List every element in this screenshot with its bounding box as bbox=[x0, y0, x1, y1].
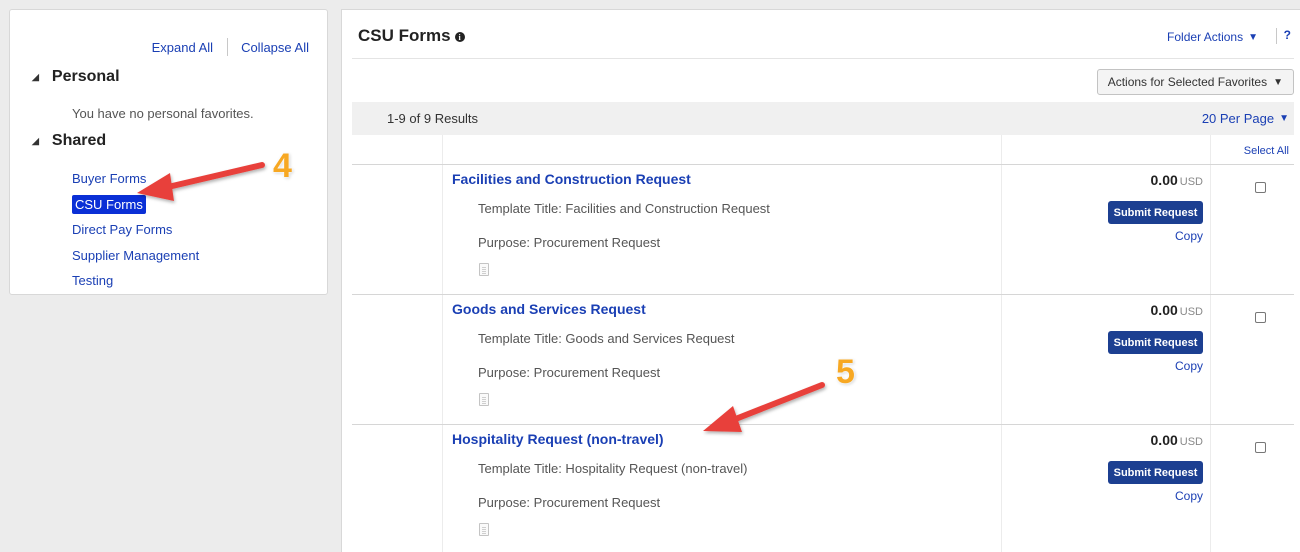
collapse-triangle-icon: ◢ bbox=[32, 135, 39, 146]
shared-item-label: Supplier Management bbox=[72, 247, 200, 263]
per-page-label: 20 Per Page bbox=[1201, 111, 1275, 126]
template-title-text: Template Title: Goods and Services Reque… bbox=[478, 331, 735, 346]
price-value: 0.00 bbox=[1150, 302, 1178, 318]
row-select-checkbox[interactable] bbox=[1255, 182, 1266, 193]
document-icon bbox=[479, 523, 489, 536]
no-personal-favorites-text: You have no personal favorites. bbox=[72, 106, 254, 121]
template-title-text: Template Title: Hospitality Request (non… bbox=[478, 461, 748, 476]
shared-item-testing[interactable]: Testing bbox=[72, 272, 199, 298]
template-title-text: Template Title: Facilities and Construct… bbox=[478, 201, 770, 216]
actions-selected-label: Actions for Selected Favorites bbox=[1107, 75, 1268, 89]
personal-folder-label: Personal bbox=[51, 68, 120, 85]
form-title-link[interactable]: Hospitality Request (non-travel) bbox=[452, 431, 664, 447]
shared-folder-label: Shared bbox=[51, 132, 107, 149]
purpose-text: Purpose: Procurement Request bbox=[478, 365, 661, 380]
copy-link[interactable]: Copy bbox=[1175, 229, 1203, 243]
shared-item-label: CSU Forms bbox=[72, 194, 146, 214]
shared-item-label: Buyer Forms bbox=[72, 171, 147, 186]
shared-item-label: Direct Pay Forms bbox=[72, 222, 173, 237]
submit-request-button[interactable]: Submit Request bbox=[1108, 331, 1203, 354]
info-icon[interactable]: i bbox=[454, 32, 465, 42]
divider bbox=[1276, 28, 1277, 44]
shared-item-buyer-forms[interactable]: Buyer Forms bbox=[72, 170, 199, 196]
forms-main-panel: CSU Forms i Folder Actions ▼ ? Actions f… bbox=[341, 9, 1300, 552]
table-row: Facilities and Construction Request Temp… bbox=[352, 165, 1294, 295]
table-header-row: Select All bbox=[352, 135, 1294, 165]
shared-item-direct-pay-forms[interactable]: Direct Pay Forms bbox=[72, 221, 199, 247]
results-count: 1-9 of 9 Results bbox=[387, 111, 479, 126]
divider bbox=[352, 58, 1294, 59]
results-bar: 1-9 of 9 Results 20 Per Page ▼ bbox=[352, 102, 1294, 135]
copy-link[interactable]: Copy bbox=[1175, 359, 1203, 373]
actions-selected-favorites-button[interactable]: Actions for Selected Favorites ▼ bbox=[1096, 69, 1294, 95]
shared-folder-list: Buyer Forms CSU Forms Direct Pay Forms S… bbox=[72, 170, 199, 298]
purpose-text: Purpose: Procurement Request bbox=[478, 235, 661, 250]
expand-all-link[interactable]: Expand All bbox=[152, 40, 213, 55]
step-number-5: 5 bbox=[836, 353, 855, 391]
expand-collapse-row: Expand All Collapse All bbox=[152, 38, 309, 56]
price: 0.00 USD bbox=[1151, 302, 1203, 318]
folder-actions-label: Folder Actions bbox=[1167, 30, 1244, 44]
document-icon bbox=[479, 263, 489, 276]
caret-down-icon: ▼ bbox=[1279, 113, 1289, 124]
purpose-text: Purpose: Procurement Request bbox=[478, 495, 661, 510]
currency-label: USD bbox=[1179, 176, 1203, 188]
shared-item-csu-forms[interactable]: CSU Forms bbox=[72, 194, 199, 222]
page-title-text: CSU Forms bbox=[358, 26, 451, 45]
document-icon bbox=[479, 393, 489, 406]
price: 0.00 USD bbox=[1151, 172, 1203, 188]
step-number-4: 4 bbox=[273, 147, 292, 185]
row-select-checkbox[interactable] bbox=[1255, 442, 1266, 453]
currency-label: USD bbox=[1179, 306, 1203, 318]
currency-label: USD bbox=[1179, 436, 1203, 448]
personal-folder-toggle[interactable]: ◢ Personal bbox=[32, 68, 120, 86]
copy-link[interactable]: Copy bbox=[1175, 489, 1203, 503]
submit-request-button[interactable]: Submit Request bbox=[1108, 461, 1203, 484]
shared-item-supplier-management[interactable]: Supplier Management bbox=[72, 247, 199, 273]
collapse-triangle-icon: ◢ bbox=[32, 71, 39, 82]
table-row: Hospitality Request (non-travel) Templat… bbox=[352, 425, 1294, 552]
folder-actions-menu[interactable]: Folder Actions ▼ bbox=[1167, 30, 1258, 44]
divider bbox=[227, 38, 229, 56]
help-link[interactable]: ? bbox=[1284, 28, 1291, 42]
shared-item-label: Testing bbox=[72, 273, 114, 288]
collapse-all-link[interactable]: Collapse All bbox=[241, 40, 309, 55]
row-select-checkbox[interactable] bbox=[1255, 312, 1266, 323]
shared-folder-toggle[interactable]: ◢ Shared bbox=[32, 132, 106, 150]
table-row: Goods and Services Request Template Titl… bbox=[352, 295, 1294, 425]
submit-request-button[interactable]: Submit Request bbox=[1108, 201, 1203, 224]
form-title-link[interactable]: Goods and Services Request bbox=[452, 301, 646, 317]
price-value: 0.00 bbox=[1150, 432, 1178, 448]
per-page-dropdown[interactable]: 20 Per Page ▼ bbox=[1202, 111, 1289, 126]
select-all-link[interactable]: Select All bbox=[1244, 145, 1289, 157]
caret-down-icon: ▼ bbox=[1273, 76, 1283, 88]
price: 0.00 USD bbox=[1151, 432, 1203, 448]
caret-down-icon: ▼ bbox=[1248, 31, 1258, 43]
page-title: CSU Forms i bbox=[358, 26, 465, 46]
forms-table: Select All Facilities and Construction R… bbox=[352, 135, 1294, 552]
form-title-link[interactable]: Facilities and Construction Request bbox=[452, 171, 691, 187]
price-value: 0.00 bbox=[1150, 172, 1178, 188]
